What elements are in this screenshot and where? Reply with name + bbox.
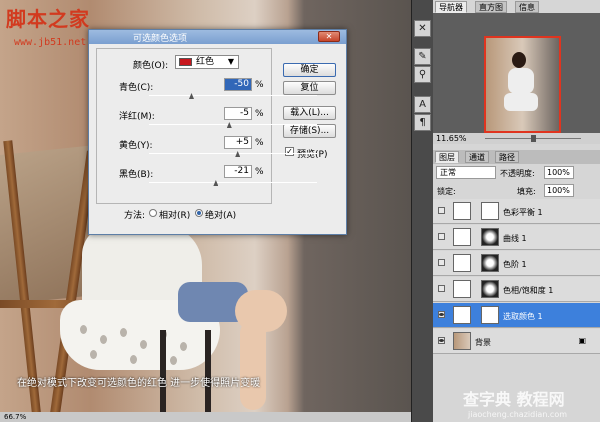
ok-button[interactable]: 确定: [283, 63, 336, 77]
visibility-eye-icon[interactable]: [438, 259, 445, 266]
percent-unit: %: [255, 109, 264, 119]
slider-label: 黄色(Y):: [119, 141, 153, 151]
slider-label: 黑色(B):: [119, 170, 154, 180]
close-button[interactable]: ✕: [318, 31, 340, 42]
fill-input[interactable]: 100%: [544, 184, 574, 197]
color-label: 颜色(O):: [133, 61, 169, 71]
layer-thumbnail: [453, 306, 471, 324]
visibility-eye-icon[interactable]: [438, 337, 445, 344]
slider-value-input[interactable]: -5: [224, 107, 252, 120]
visibility-eye-icon[interactable]: [438, 233, 445, 240]
tab-navigator[interactable]: 导航器: [435, 1, 467, 13]
reset-button[interactable]: 复位: [283, 81, 336, 95]
layer-mask-thumbnail: [481, 306, 499, 324]
panel-toolbar: ✕ ✎ ⚲ A ¶: [411, 0, 433, 422]
percent-unit: %: [255, 138, 264, 148]
layer-name: 色阶 1: [503, 260, 527, 269]
visibility-eye-icon[interactable]: [438, 207, 445, 214]
site-watermark: 脚本之家: [6, 7, 90, 31]
layer-mask-thumbnail: [481, 254, 499, 272]
layer-mask-thumbnail: [481, 280, 499, 298]
color-settings-group: [96, 48, 272, 204]
opacity-label: 不透明度:: [500, 169, 535, 178]
slider-track[interactable]: [149, 124, 317, 125]
load-button[interactable]: 载入(L)...: [283, 106, 336, 120]
layer-thumbnail: [453, 202, 471, 220]
visibility-eye-icon[interactable]: [438, 311, 445, 318]
preview-checkbox[interactable]: ✓: [285, 147, 294, 156]
layer-name: 曲线 1: [503, 234, 527, 243]
fill-label: 填充:: [517, 187, 536, 196]
dialog-title: 可选颜色选项: [133, 34, 188, 44]
method-label: 方法:: [124, 211, 146, 221]
site-url: www.jb51.net: [14, 37, 87, 48]
slider-label: 洋红(M):: [119, 112, 155, 122]
tab-channels[interactable]: 通道: [465, 151, 489, 163]
layer-name: 背景: [475, 338, 491, 347]
layer-row[interactable]: 背景 ▣: [433, 329, 600, 354]
visibility-eye-icon[interactable]: [438, 285, 445, 292]
layer-row[interactable]: 曲线 1: [433, 225, 600, 250]
tab-layers[interactable]: 图层: [435, 151, 459, 163]
layer-name: 选取颜色 1: [503, 312, 543, 321]
tab-histogram[interactable]: 直方图: [475, 1, 507, 13]
layer-row[interactable]: 色彩平衡 1: [433, 199, 600, 224]
tab-info[interactable]: 信息: [515, 1, 539, 13]
slider-value-input[interactable]: -21: [224, 165, 252, 178]
method-relative-radio[interactable]: [149, 209, 157, 217]
layer-thumbnail: [453, 332, 471, 350]
character-icon[interactable]: A: [414, 96, 431, 113]
dialog-titlebar[interactable]: 可选颜色选项 ✕: [89, 30, 346, 44]
slider-track[interactable]: [149, 182, 317, 183]
layer-row[interactable]: 选取颜色 1: [433, 303, 600, 328]
layer-row[interactable]: 色阶 1: [433, 251, 600, 276]
bottom-watermark-url: jiaocheng.chazidian.com: [468, 410, 568, 419]
zoom-level[interactable]: 11.65%: [436, 134, 467, 143]
method-absolute-label: 绝对(A): [205, 211, 237, 221]
color-dropdown-value: 红色: [196, 57, 215, 67]
color-swatch: [179, 58, 192, 66]
blend-mode-value: 正常: [440, 168, 456, 177]
clone-stamp-icon[interactable]: ⚲: [414, 66, 431, 83]
lock-label: 锁定:: [437, 187, 456, 196]
method-absolute-radio[interactable]: [195, 209, 203, 217]
method-relative-label: 相对(R): [159, 211, 191, 221]
slider-value-input[interactable]: +5: [224, 136, 252, 149]
layer-row[interactable]: 色相/饱和度 1: [433, 277, 600, 302]
percent-unit: %: [255, 80, 264, 90]
layer-mask-thumbnail: [481, 228, 499, 246]
selective-color-dialog: 可选颜色选项 ✕ 颜色(O): 红色 ▼ 确定 复位 载入(L)... 存储(S…: [88, 29, 347, 235]
chevron-down-icon: ▼: [227, 57, 234, 66]
opacity-input[interactable]: 100%: [544, 166, 574, 179]
navigator-preview[interactable]: [433, 13, 600, 133]
tab-paths[interactable]: 路径: [495, 151, 519, 163]
layer-name: 色彩平衡 1: [503, 208, 543, 217]
lock-icon: ▣: [578, 336, 586, 345]
slider-value-input[interactable]: -50: [224, 78, 252, 91]
color-dropdown[interactable]: 红色 ▼: [175, 55, 239, 69]
panels-dock: 导航器 直方图 信息 11.65% 图层 通道 路径 正常 不透明度: 100%…: [433, 0, 600, 422]
percent-unit: %: [255, 167, 264, 177]
save-button[interactable]: 存储(S)...: [283, 124, 336, 138]
layer-thumbnail: [453, 280, 471, 298]
navigator-thumbnail[interactable]: [484, 36, 561, 133]
status-bar: 66.7%: [0, 412, 411, 422]
layers-tabbar: 图层 通道 路径: [433, 150, 600, 164]
layer-thumbnail: [453, 254, 471, 272]
zoom-slider-thumb[interactable]: [531, 135, 536, 142]
layer-mask-thumbnail: [481, 202, 499, 220]
paragraph-icon[interactable]: ¶: [414, 114, 431, 131]
slider-label: 青色(C):: [119, 83, 154, 93]
blend-mode-select[interactable]: 正常: [436, 166, 496, 179]
zoom-bar: 11.65%: [433, 133, 600, 144]
layer-thumbnail: [453, 228, 471, 246]
image-caption: 在绝对模式下改变可选颜色的红色 进一步使得照片变暖: [17, 378, 261, 389]
bottom-watermark: 查字典 教程网: [463, 390, 565, 409]
slider-track[interactable]: [149, 95, 317, 96]
brush-icon[interactable]: ✎: [414, 48, 431, 65]
layer-name: 色相/饱和度 1: [503, 286, 554, 295]
slider-track[interactable]: [149, 153, 317, 154]
tools-icon[interactable]: ✕: [414, 20, 431, 37]
person-leg: [240, 320, 266, 410]
